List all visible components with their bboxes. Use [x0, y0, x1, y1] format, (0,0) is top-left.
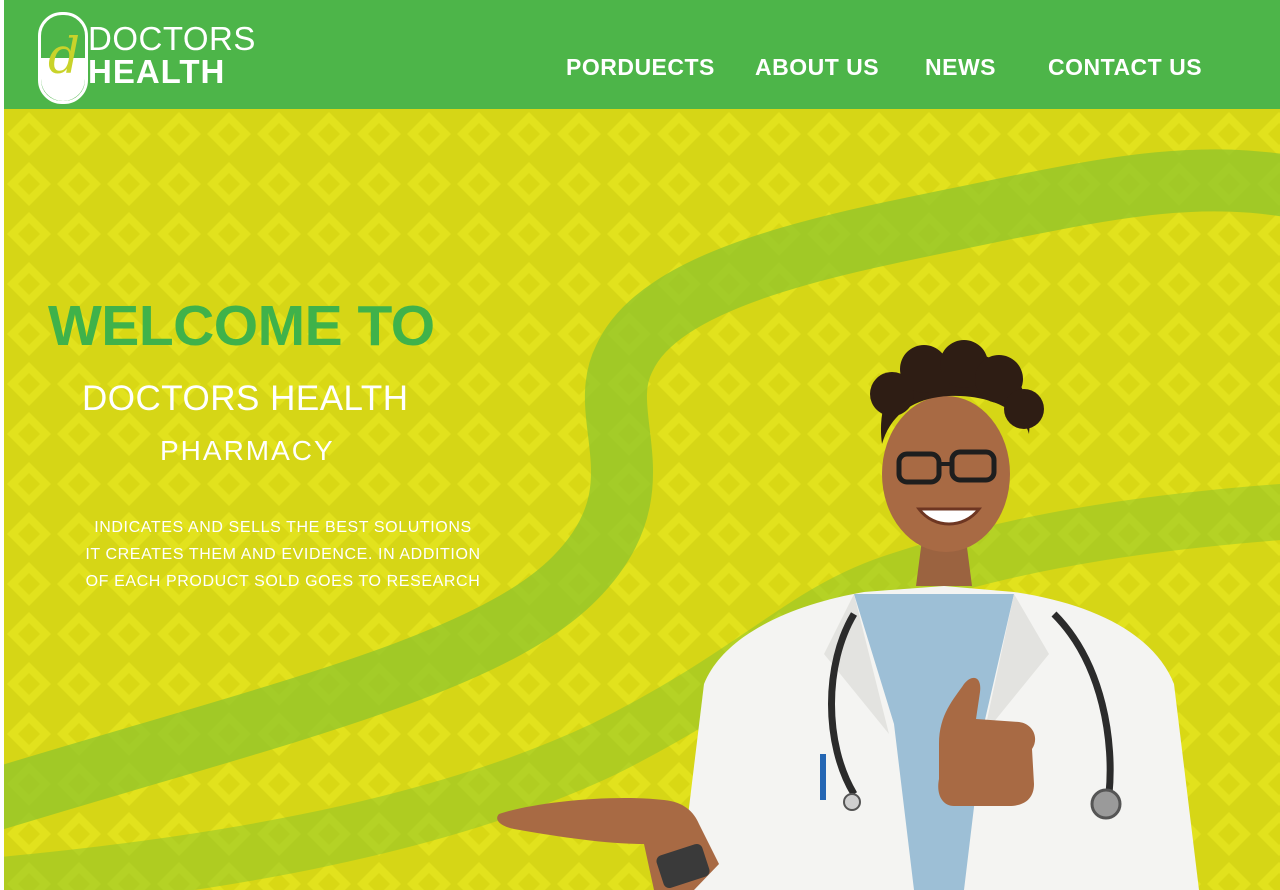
hero-section: WELCOME TO DOCTORS HEALTH PHARMACY INDIC… [4, 109, 1280, 890]
logo-letter: d [47, 27, 80, 85]
hero-description: INDICATES AND SELLS THE BEST SOLUTIONS I… [63, 514, 503, 595]
hero-description-line: IT CREATES THEM AND EVIDENCE. IN ADDITIO… [85, 546, 481, 563]
logo-text-doctors[interactable]: DOCTORS [88, 22, 256, 56]
pocket-pen [820, 754, 826, 800]
top-navbar: d DOCTORS HEALTH PORDUECTS ABOUT US NEWS… [4, 0, 1280, 109]
left-edge-rule [0, 0, 4, 890]
logo-pill-icon[interactable]: d [38, 12, 88, 104]
hero-brand-name: DOCTORS HEALTH [82, 379, 409, 418]
logo-text-health[interactable]: HEALTH [88, 55, 225, 89]
hero-subtitle: PHARMACY [160, 435, 335, 466]
doctor-photo [497, 340, 1199, 890]
hero-description-line: OF EACH PRODUCT SOLD GOES TO RESEARCH [85, 573, 481, 590]
nav-contact-us-link[interactable]: CONTACT US [1048, 53, 1202, 81]
nav-news-link[interactable]: NEWS [925, 53, 996, 81]
nav-products-link[interactable]: PORDUECTS [566, 53, 715, 81]
stethoscope-chestpiece [1090, 788, 1122, 820]
hero-welcome-heading: WELCOME TO [48, 294, 435, 358]
nav-about-us-link[interactable]: ABOUT US [755, 53, 879, 81]
hero-description-line: INDICATES AND SELLS THE BEST SOLUTIONS [94, 519, 472, 536]
page: d DOCTORS HEALTH PORDUECTS ABOUT US NEWS… [0, 0, 1280, 890]
